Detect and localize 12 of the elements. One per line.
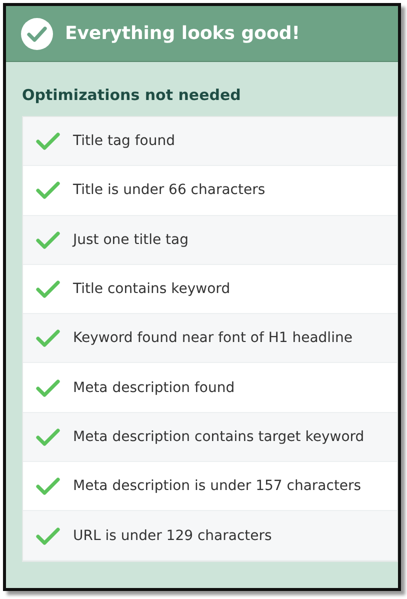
check-circle-icon [21,18,53,50]
check-label: Title contains keyword [73,281,230,298]
check-label: URL is under 129 characters [73,528,272,544]
check-label: Title is under 66 characters [73,182,266,198]
check-label: Meta description found [73,380,235,396]
check-label: Keyword found near font of H1 headline [73,330,352,346]
check-label: Meta description contains target keyword [73,428,364,445]
status-title: Everything looks good! [65,23,300,44]
check-label: Just one title tag [73,232,189,248]
check-label: Meta description is under 157 characters [73,478,362,494]
section-title: Optimizations not needed [22,86,242,104]
check-label: Title tag found [73,133,175,150]
